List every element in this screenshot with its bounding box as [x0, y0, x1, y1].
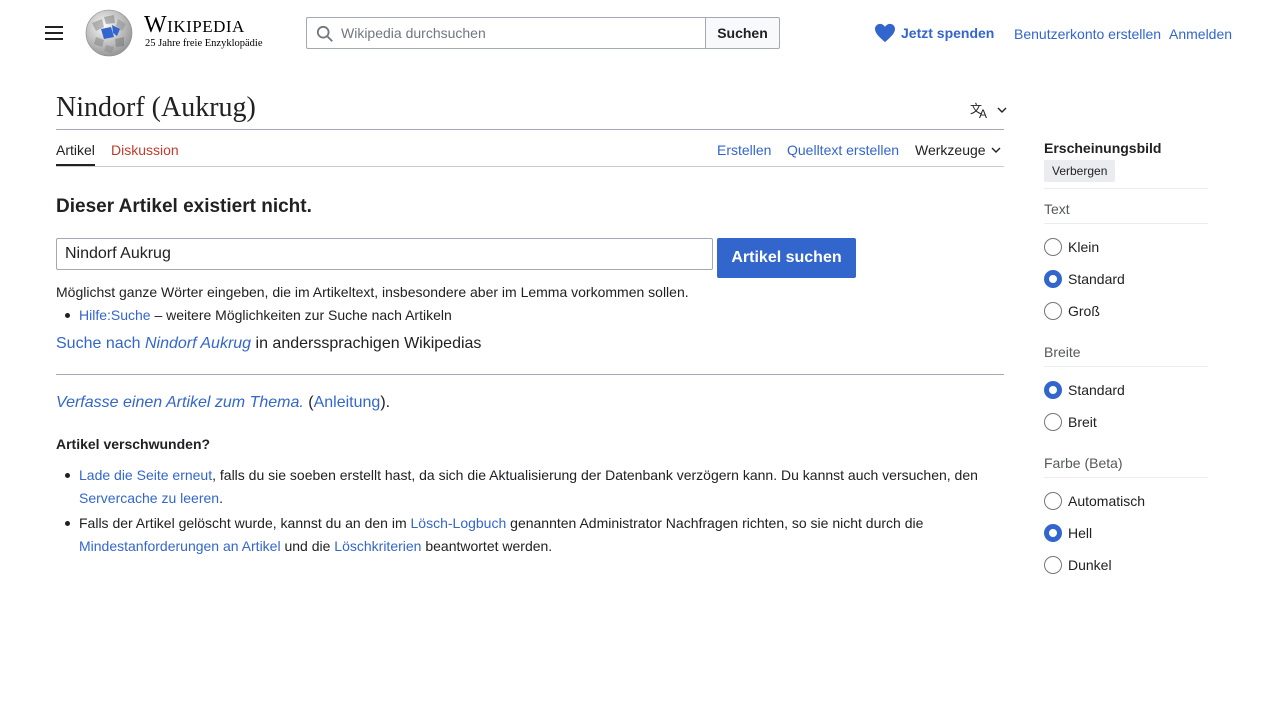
- reload-text: , falls du sie soeben erstellt hast, da …: [212, 467, 978, 483]
- sidebar-divider: [1044, 223, 1208, 224]
- sidebar-divider: [1044, 366, 1208, 367]
- wikipedia-globe-logo[interactable]: [84, 9, 135, 57]
- list-item-reload-cont: Servercache zu leeren.: [79, 487, 223, 510]
- color-label: Farbe (Beta): [1044, 455, 1123, 471]
- other-languages-text: in anderssprachigen Wikipedias: [251, 335, 482, 352]
- search-hint: Möglichst ganze Wörter eingeben, die im …: [56, 284, 689, 300]
- article-search-input[interactable]: [56, 238, 713, 270]
- radio-label: Groß: [1068, 303, 1100, 319]
- radio-label: Klein: [1068, 239, 1100, 255]
- guide-link[interactable]: Anleitung: [314, 394, 381, 411]
- hide-appearance-button[interactable]: Verbergen: [1044, 160, 1116, 182]
- radio-label: Standard: [1068, 382, 1125, 398]
- deleted-text-2: genannten Administrator Nachfragen richt…: [506, 515, 924, 531]
- radio-label: Hell: [1068, 525, 1093, 541]
- radio-button: [1044, 302, 1062, 320]
- create-account-link[interactable]: Benutzerkonto erstellen: [1014, 26, 1161, 42]
- language-button[interactable]: 文 A: [970, 100, 1010, 121]
- purge-end: .: [219, 490, 223, 506]
- radio-label: Standard: [1068, 271, 1125, 287]
- deletion-log-link[interactable]: Lösch-Logbuch: [411, 515, 507, 531]
- notice-heading: Dieser Artikel existiert nicht.: [56, 196, 312, 217]
- radio-button: [1044, 238, 1062, 256]
- radio-button-selected: [1044, 270, 1062, 288]
- tab-discussion[interactable]: Diskussion: [111, 142, 179, 158]
- radio-label: Automatisch: [1068, 493, 1146, 509]
- wikipedia-tagline: 25 Jahre freie Enzyklopädie: [145, 38, 263, 49]
- list-bullet: [65, 521, 70, 526]
- other-languages-line: Suche nach Nindorf Aukrug in anderssprac…: [56, 335, 481, 353]
- tabs-divider: [56, 166, 1004, 167]
- appearance-heading: Erscheinungsbild: [1044, 140, 1162, 156]
- text-size-option-gross[interactable]: Groß: [1044, 301, 1100, 321]
- text-size-option-standard[interactable]: Standard: [1044, 269, 1125, 289]
- page-title: Nindorf (Aukrug): [56, 92, 256, 123]
- list-item-deleted: Falls der Artikel gelöscht wurde, kannst…: [79, 512, 923, 535]
- svg-text:A: A: [979, 107, 987, 120]
- site-header: Wikipedia 25 Jahre freie Enzyklopädie Su…: [0, 0, 1280, 66]
- title-divider: [56, 129, 1004, 130]
- search-box: [306, 17, 706, 49]
- main-menu-icon[interactable]: [40, 20, 68, 46]
- wordmark-text: Wikipedia: [144, 12, 245, 38]
- deleted-text-3: und die: [280, 538, 335, 554]
- tab-create[interactable]: Erstellen: [717, 142, 771, 158]
- tab-create-source[interactable]: Quelltext erstellen: [787, 142, 899, 158]
- color-option-automatisch[interactable]: Automatisch: [1044, 491, 1145, 511]
- write-article-line: Verfasse einen Artikel zum Thema. (Anlei…: [56, 394, 390, 412]
- purge-cache-link[interactable]: Servercache zu leeren: [79, 490, 219, 506]
- write-article-link[interactable]: Verfasse einen Artikel zum Thema.: [56, 394, 304, 411]
- list-bullet: [65, 473, 70, 478]
- radio-label: Breit: [1068, 414, 1097, 430]
- other-languages-prefix: Suche nach: [56, 335, 145, 352]
- help-list-item: Hilfe:Suche – weitere Möglichkeiten zur …: [79, 307, 452, 323]
- width-option-breit[interactable]: Breit: [1044, 412, 1097, 432]
- heart-icon: [875, 23, 895, 43]
- list-bullet: [65, 313, 70, 318]
- search-icon: [316, 25, 333, 42]
- tools-label: Werkzeuge: [915, 142, 986, 158]
- width-option-standard[interactable]: Standard: [1044, 380, 1125, 400]
- color-option-dunkel[interactable]: Dunkel: [1044, 555, 1112, 575]
- paren-open: (: [303, 394, 314, 411]
- donate-link[interactable]: Jetzt spenden: [874, 22, 994, 44]
- text-size-label: Text: [1044, 201, 1070, 217]
- radio-label: Dunkel: [1068, 557, 1112, 573]
- help-search-text: – weitere Möglichkeiten zur Suche nach A…: [150, 307, 452, 323]
- list-item-reload: Lade die Seite erneut, falls du sie soeb…: [79, 464, 978, 487]
- wikipedia-wordmark[interactable]: Wikipedia: [144, 12, 245, 38]
- reload-page-link[interactable]: Lade die Seite erneut: [79, 467, 212, 483]
- color-option-hell[interactable]: Hell: [1044, 523, 1092, 543]
- min-requirements-link[interactable]: Mindestanforderungen an Artikel: [79, 538, 281, 554]
- help-search-link[interactable]: Hilfe:Suche: [79, 307, 151, 323]
- paren-close: ).: [380, 394, 391, 411]
- translate-icon: 文 A: [970, 101, 1007, 121]
- search-input[interactable]: [341, 18, 701, 48]
- deleted-text-1: Falls der Artikel gelöscht wurde, kannst…: [79, 515, 411, 531]
- search-button[interactable]: Suchen: [705, 17, 780, 49]
- tools-dropdown[interactable]: Werkzeuge: [915, 142, 1003, 158]
- write-article-text: Verfasse einen Artikel zum Thema.: [56, 394, 304, 411]
- sidebar-divider: [1044, 477, 1208, 478]
- chevron-down-icon: [991, 147, 1001, 153]
- radio-button: [1044, 492, 1062, 510]
- deleted-text-4: beantwortet werden.: [421, 538, 553, 554]
- tab-article[interactable]: Artikel: [56, 142, 95, 158]
- list-item-deleted-cont: Mindestanforderungen an Artikel und die …: [79, 535, 552, 558]
- other-languages-link[interactable]: Suche nach Nindorf Aukrug: [56, 335, 251, 352]
- missing-article-heading: Artikel verschwunden?: [56, 436, 211, 452]
- sidebar-divider: [1044, 188, 1208, 189]
- donate-label: Jetzt spenden: [901, 25, 995, 41]
- text-size-option-klein[interactable]: Klein: [1044, 237, 1099, 257]
- deletion-criteria-link[interactable]: Löschkriterien: [334, 538, 421, 554]
- width-label: Breite: [1044, 344, 1081, 360]
- radio-button-selected: [1044, 524, 1062, 542]
- radio-button: [1044, 413, 1062, 431]
- other-languages-term: Nindorf Aukrug: [144, 335, 252, 352]
- article-search-button[interactable]: Artikel suchen: [717, 238, 856, 278]
- content-divider: [56, 374, 1004, 375]
- login-link[interactable]: Anmelden: [1169, 26, 1232, 42]
- radio-button: [1044, 556, 1062, 574]
- radio-button-selected: [1044, 381, 1062, 399]
